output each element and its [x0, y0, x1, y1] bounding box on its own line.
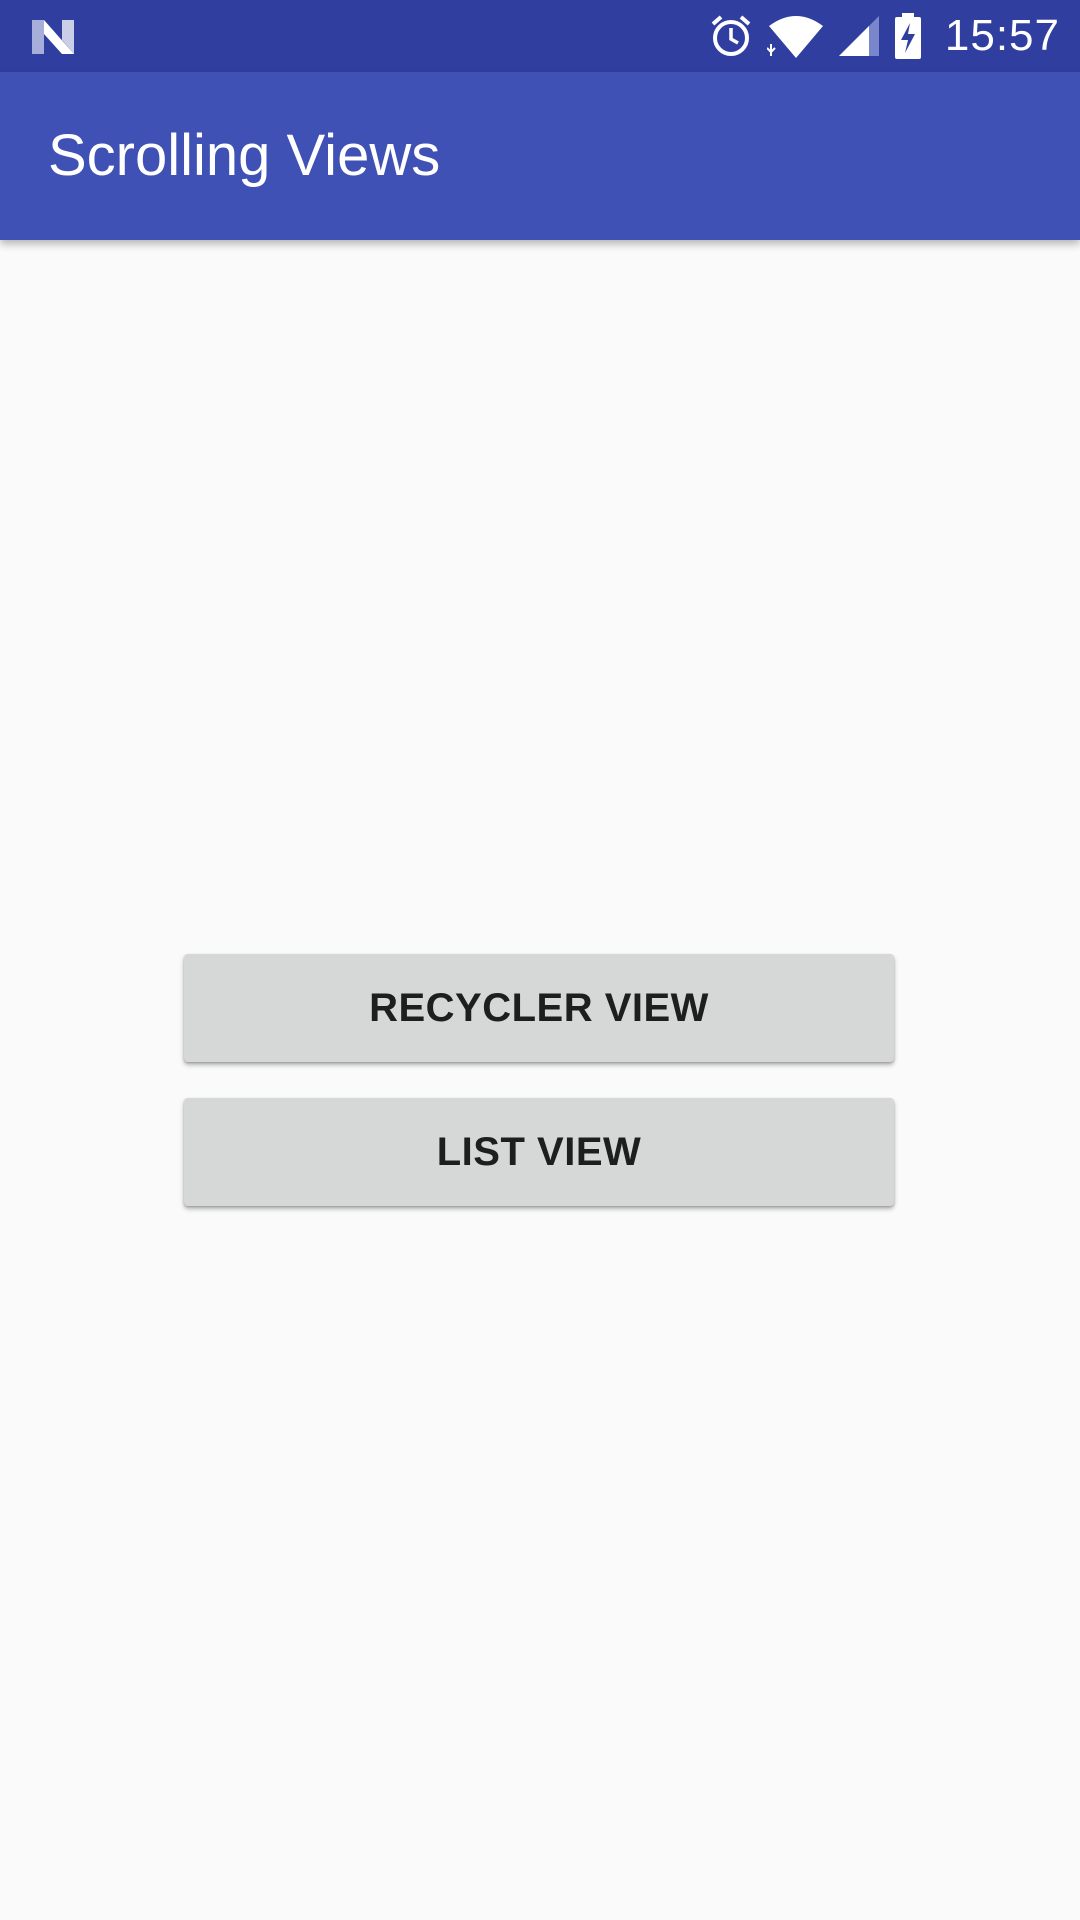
status-icons: 15:57	[695, 0, 1060, 72]
status-time: 15:57	[944, 11, 1060, 60]
alarm-icon	[707, 12, 755, 60]
app-bar: Scrolling Views	[0, 72, 1080, 240]
recycler-view-button[interactable]: RECYCLER VIEW	[184, 954, 894, 1062]
app-title: Scrolling Views	[48, 123, 441, 188]
list-view-button[interactable]: LIST VIEW	[184, 1098, 894, 1206]
status-bar: 15:57	[0, 0, 1080, 72]
battery-charging-icon	[893, 12, 923, 60]
cell-signal-icon	[837, 14, 881, 58]
wifi-icon	[766, 12, 825, 60]
notification-n-icon	[30, 14, 76, 60]
main-content: RECYCLER VIEW LIST VIEW	[0, 240, 1080, 1920]
